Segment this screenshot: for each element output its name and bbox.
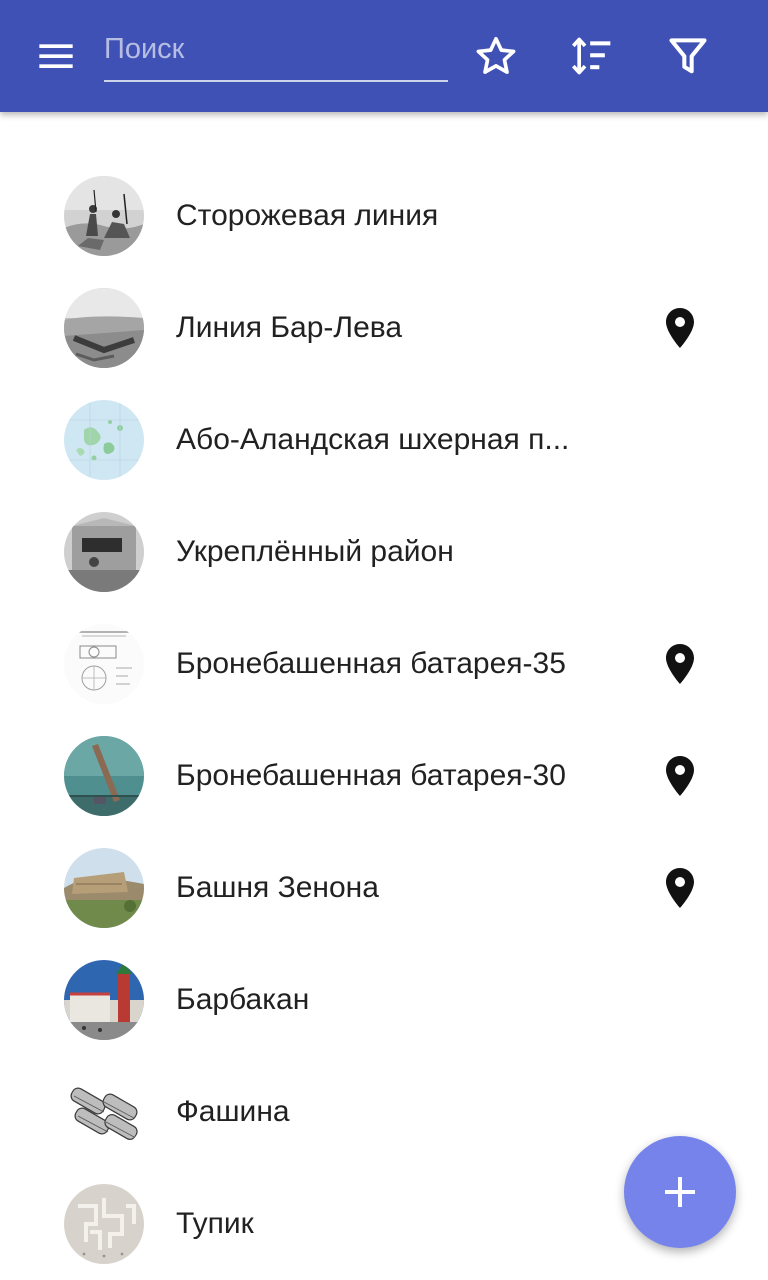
location-pin-icon (666, 308, 694, 348)
item-thumbnail (64, 848, 144, 928)
plus-icon (665, 1177, 695, 1207)
list-item[interactable]: Сторожевая линия (0, 160, 768, 272)
menu-button[interactable] (20, 20, 92, 92)
item-thumbnail (64, 176, 144, 256)
item-thumbnail (64, 512, 144, 592)
item-thumbnail (64, 1184, 144, 1264)
location-pin-icon (666, 868, 694, 908)
item-thumbnail (64, 960, 144, 1040)
item-thumbnail (64, 1072, 144, 1152)
item-thumbnail (64, 624, 144, 704)
item-title: Укреплённый район (176, 535, 454, 568)
list-item[interactable]: Бронебашенная батарея-35 (0, 608, 768, 720)
sort-icon (571, 37, 611, 75)
search-field (104, 26, 448, 82)
sort-button[interactable] (556, 20, 628, 92)
item-title: Линия Бар-Лева (176, 311, 403, 344)
item-title: Бронебашенная батарея-30 (176, 759, 566, 792)
item-title: Або-Аландская шхерная п... (176, 423, 570, 456)
list-item[interactable]: Бронебашенная батарея-30 (0, 720, 768, 832)
list-item[interactable]: Башня Зенона (0, 832, 768, 944)
list-item[interactable]: Або-Аландская шхерная п... (0, 384, 768, 496)
menu-icon (39, 44, 73, 68)
list-item[interactable]: Укреплённый район (0, 496, 768, 608)
star-outline-icon (476, 36, 516, 74)
add-button[interactable] (624, 1136, 736, 1248)
app-bar (0, 0, 768, 112)
list-item[interactable]: Линия Бар-Лева (0, 272, 768, 384)
filter-button[interactable] (652, 20, 724, 92)
item-title: Фашина (176, 1095, 290, 1128)
list-item[interactable]: Барбакан (0, 944, 768, 1056)
item-title: Башня Зенона (176, 871, 379, 904)
search-input[interactable] (104, 26, 448, 72)
item-thumbnail (64, 288, 144, 368)
item-thumbnail (64, 736, 144, 816)
location-pin-icon (666, 644, 694, 684)
item-title: Бронебашенная батарея-35 (176, 647, 566, 680)
location-pin-icon (666, 756, 694, 796)
item-title: Сторожевая линия (176, 199, 439, 232)
items-list: Сторожевая линия Линия Бар-Лева Або-Алан… (0, 160, 768, 1280)
item-title: Барбакан (176, 983, 310, 1016)
favorites-button[interactable] (460, 20, 532, 92)
filter-icon (669, 38, 707, 74)
item-title: Тупик (176, 1207, 254, 1240)
item-thumbnail (64, 400, 144, 480)
